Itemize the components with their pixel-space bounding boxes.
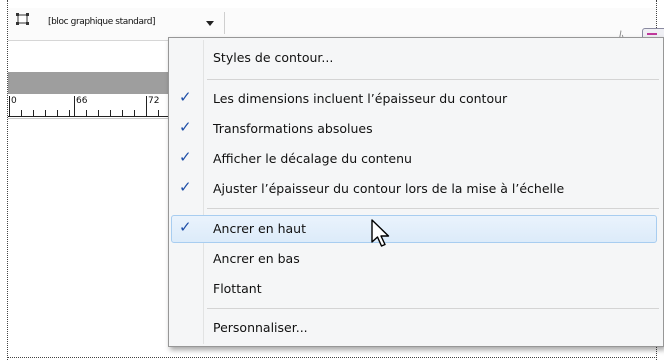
ruler-tick: [110, 110, 111, 116]
menu-item-label: Ancrer en bas: [213, 251, 300, 266]
ruler-tick: [146, 96, 147, 116]
ruler-tick: [122, 110, 123, 116]
menu-item-ajuster-epaisseur[interactable]: ✓ Ajuster l’épaisseur du contour lors de…: [169, 175, 663, 203]
menu-item-afficher-decalage[interactable]: ✓ Afficher le décalage du contenu: [169, 145, 663, 173]
ruler-tick: [98, 110, 99, 116]
ruler-label: 72: [148, 96, 160, 106]
object-style-value: [bloc graphique standard]: [48, 17, 156, 27]
frame-bottom-edge: [7, 357, 657, 358]
menu-item-label: Styles de contour...: [213, 50, 334, 65]
checkmark-icon: ✓: [179, 148, 192, 166]
menu-item-label: Transformations absolues: [213, 121, 373, 136]
frame-style-icon[interactable]: [16, 13, 29, 25]
ruler-tick: [86, 110, 87, 116]
ruler-tick: [45, 110, 46, 116]
menu-item-styles-de-contour[interactable]: Styles de contour...: [169, 44, 663, 72]
checkmark-icon: ✓: [179, 118, 192, 136]
menu-item-label: Afficher le décalage du contenu: [213, 151, 412, 166]
ruler-tick: [21, 110, 22, 116]
menu-item-label: Ancrer en haut: [213, 221, 307, 236]
menu-item-transformations-absolues[interactable]: ✓ Transformations absolues: [169, 115, 663, 143]
menu-item-dimensions-epaisseur[interactable]: ✓ Les dimensions incluent l’épaisseur du…: [169, 85, 663, 113]
checkmark-icon: ✓: [179, 178, 192, 196]
menu-item-flottant[interactable]: Flottant: [169, 275, 663, 303]
ruler-tick: [158, 110, 159, 116]
ruler-tick: [69, 110, 70, 116]
menu-item-personnaliser[interactable]: Personnaliser...: [169, 314, 663, 342]
menu-item-label: Les dimensions incluent l’épaisseur du c…: [213, 91, 508, 106]
ruler-tick: [9, 96, 10, 116]
ruler-tick: [134, 110, 135, 116]
dropdown-arrow-icon[interactable]: [206, 21, 214, 26]
menu-item-label: Ajuster l’épaisseur du contour lors de l…: [213, 181, 565, 196]
menu-separator: [207, 79, 659, 80]
menu-separator: [207, 308, 659, 309]
ruler-tick: [33, 110, 34, 116]
menu-separator: [207, 208, 659, 209]
mouse-pointer-icon: [371, 219, 390, 247]
checkmark-icon: ✓: [179, 218, 192, 236]
menu-item-label: Flottant: [213, 281, 262, 296]
ruler-tick: [74, 96, 75, 116]
ruler-tick: [57, 110, 58, 116]
checkmark-icon: ✓: [179, 88, 192, 106]
frame-left-edge: [7, 0, 8, 360]
menu-item-ancrer-en-haut[interactable]: ✓ Ancrer en haut: [169, 215, 663, 243]
context-menu: Styles de contour... ✓ Les dimensions in…: [168, 37, 664, 347]
ruler-label: 0: [11, 96, 17, 106]
menu-item-label: Personnaliser...: [213, 320, 308, 335]
ruler-label: 66: [76, 96, 88, 106]
menu-item-ancrer-en-bas[interactable]: Ancrer en bas: [169, 245, 663, 273]
